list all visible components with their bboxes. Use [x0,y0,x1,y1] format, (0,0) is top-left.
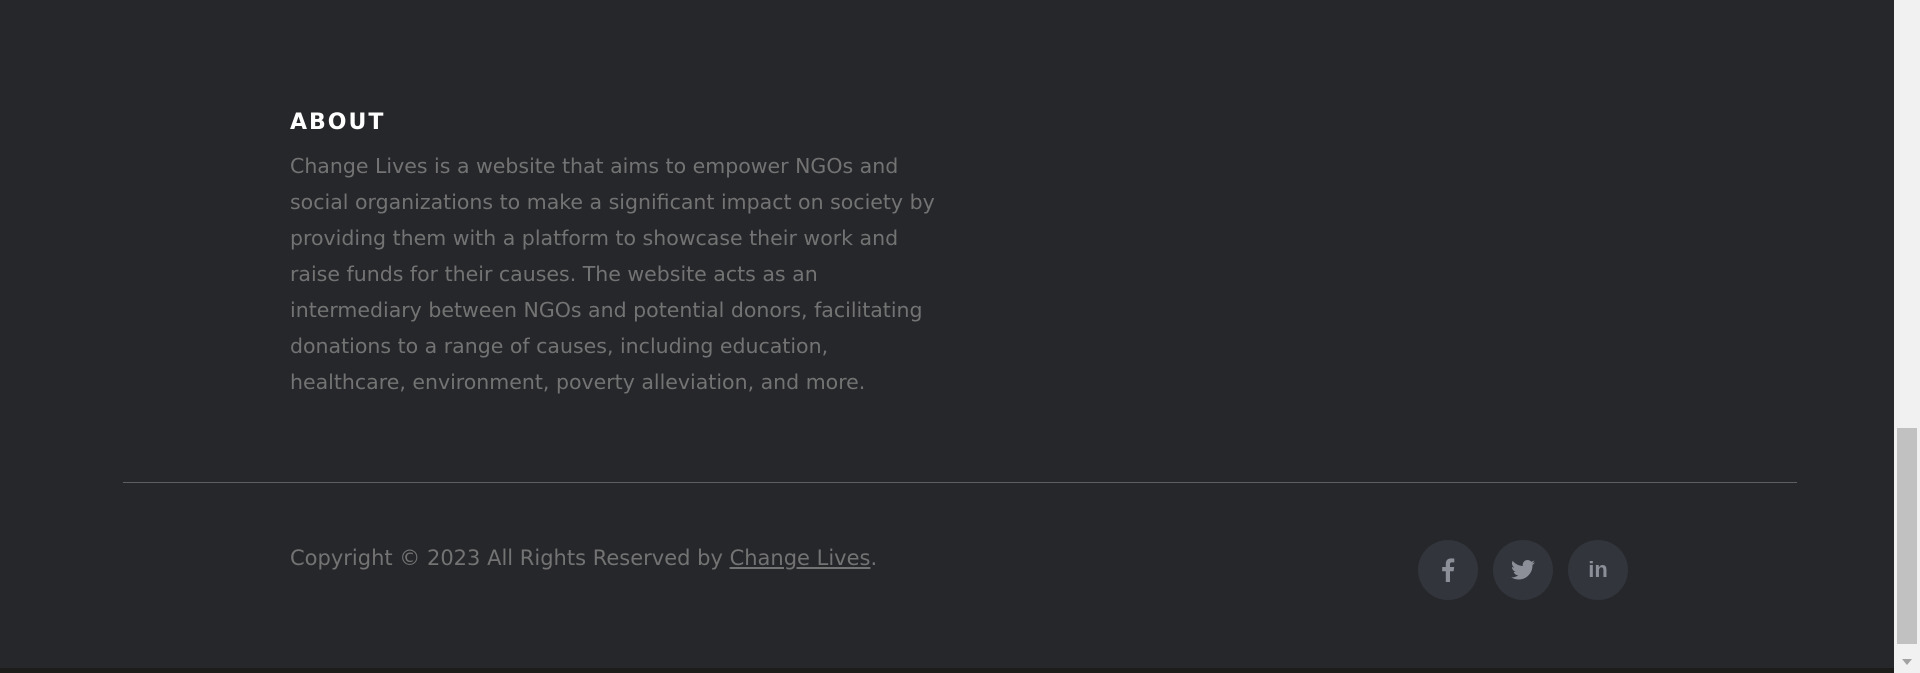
bottom-edge [0,668,1894,673]
twitter-icon [1511,560,1535,580]
copyright-prefix: Copyright © 2023 All Rights Reserved by [290,546,730,570]
scroll-down-arrow-icon[interactable] [1902,659,1912,665]
copyright-suffix: . [870,546,878,570]
social-icons: in [1418,540,1628,600]
twitter-button[interactable] [1493,540,1553,600]
linkedin-button[interactable]: in [1568,540,1628,600]
about-section: ABOUT Change Lives is a website that aim… [290,108,950,400]
about-heading: ABOUT [290,110,386,135]
about-text: Change Lives is a website that aims to e… [290,154,935,394]
linkedin-icon: in [1588,557,1608,582]
copyright-text: Copyright © 2023 All Rights Reserved by … [290,543,877,573]
footer-divider [123,482,1797,483]
facebook-button[interactable] [1418,540,1478,600]
copyright-link[interactable]: Change Lives [730,546,871,570]
page: ABOUT Change Lives is a website that aim… [0,0,1920,673]
scrollbar-thumb[interactable] [1897,428,1917,644]
facebook-icon [1441,558,1455,582]
site-footer: ABOUT Change Lives is a website that aim… [0,0,1894,668]
vertical-scrollbar[interactable] [1894,0,1920,673]
